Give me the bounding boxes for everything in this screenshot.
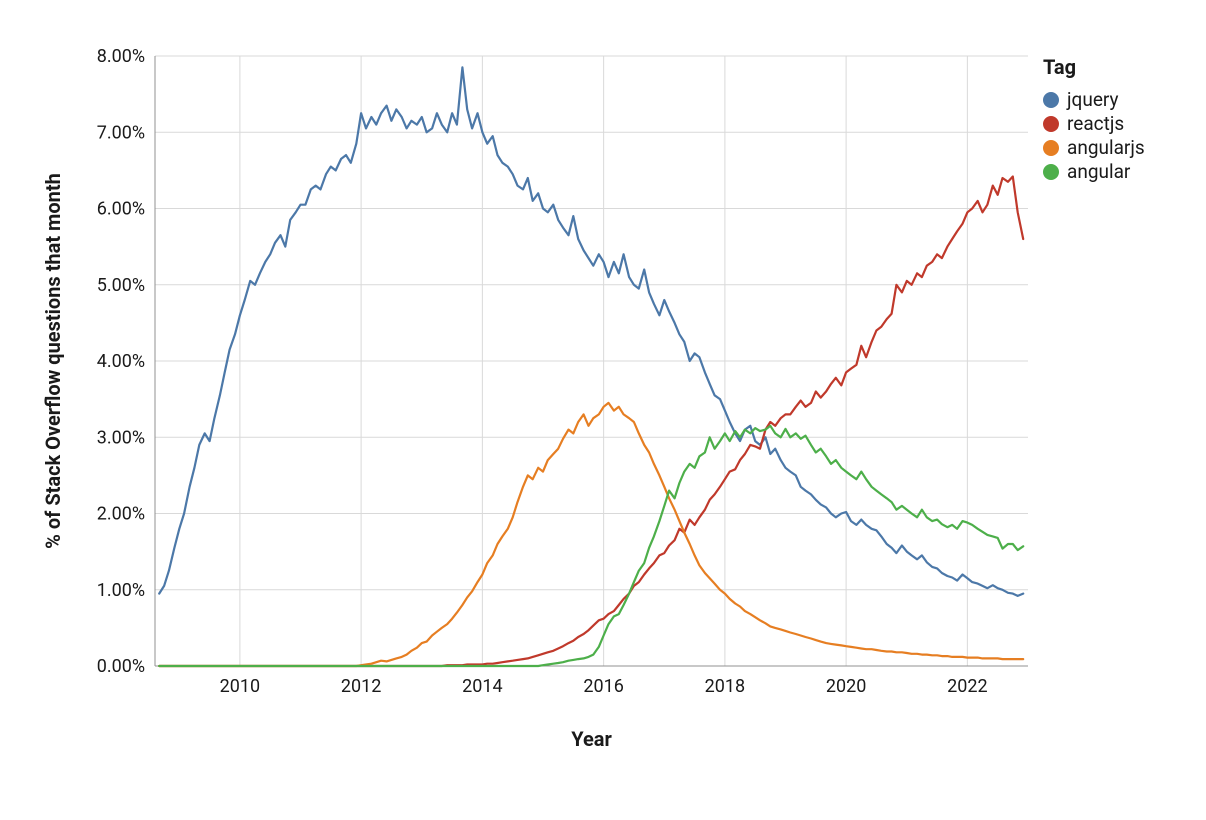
x-tick-label: 2016 bbox=[583, 676, 623, 697]
x-axis: 2010 2012 2014 2016 2018 2020 2022 bbox=[155, 666, 1028, 697]
legend-label-jquery: jquery bbox=[1066, 88, 1119, 111]
y-tick-label: 5.00% bbox=[97, 275, 145, 296]
legend-swatch-angular bbox=[1043, 164, 1059, 180]
x-tick-label: 2020 bbox=[826, 676, 866, 697]
y-tick-label: 4.00% bbox=[97, 351, 145, 372]
y-tick-label: 6.00% bbox=[97, 199, 145, 220]
chart-root: 0.00% 1.00% 2.00% 3.00% 4.00% 5.00% 6.00% 7.00%… bbox=[0, 0, 1206, 820]
y-tick-label: 1.00% bbox=[97, 580, 145, 601]
x-tick-label: 2014 bbox=[462, 676, 502, 697]
legend: Tag jqueryreactjsangularjsangular bbox=[1043, 55, 1145, 183]
series-jquery bbox=[159, 67, 1023, 596]
gridlines bbox=[155, 56, 1028, 666]
x-tick-label: 2018 bbox=[705, 676, 745, 697]
x-tick-label: 2022 bbox=[947, 676, 987, 697]
y-tick-label: 8.00% bbox=[97, 46, 145, 67]
legend-swatch-jquery bbox=[1043, 92, 1059, 108]
y-tick-label: 3.00% bbox=[97, 427, 145, 448]
y-axis-title: % of Stack Overflow questions that month bbox=[41, 173, 65, 549]
legend-swatch-reactjs bbox=[1043, 116, 1059, 132]
legend-label-angular: angular bbox=[1067, 160, 1131, 183]
y-axis: 0.00% 1.00% 2.00% 3.00% 4.00% 5.00% 6.00% 7.00%… bbox=[97, 46, 155, 677]
chart-svg: 0.00% 1.00% 2.00% 3.00% 4.00% 5.00% 6.00% 7.00%… bbox=[0, 0, 1206, 820]
series-group bbox=[159, 67, 1023, 666]
legend-label-reactjs: reactjs bbox=[1067, 112, 1124, 135]
y-tick-label: 0.00% bbox=[97, 656, 145, 677]
x-tick-label: 2012 bbox=[341, 676, 381, 697]
x-axis-title: Year bbox=[571, 727, 612, 751]
y-tick-label: 7.00% bbox=[97, 122, 145, 143]
y-tick-label: 2.00% bbox=[97, 504, 145, 525]
legend-label-angularjs: angularjs bbox=[1067, 136, 1145, 159]
legend-swatch-angularjs bbox=[1043, 140, 1059, 156]
series-angular bbox=[159, 426, 1023, 666]
legend-title: Tag bbox=[1043, 55, 1076, 79]
x-tick-label: 2010 bbox=[220, 676, 260, 697]
